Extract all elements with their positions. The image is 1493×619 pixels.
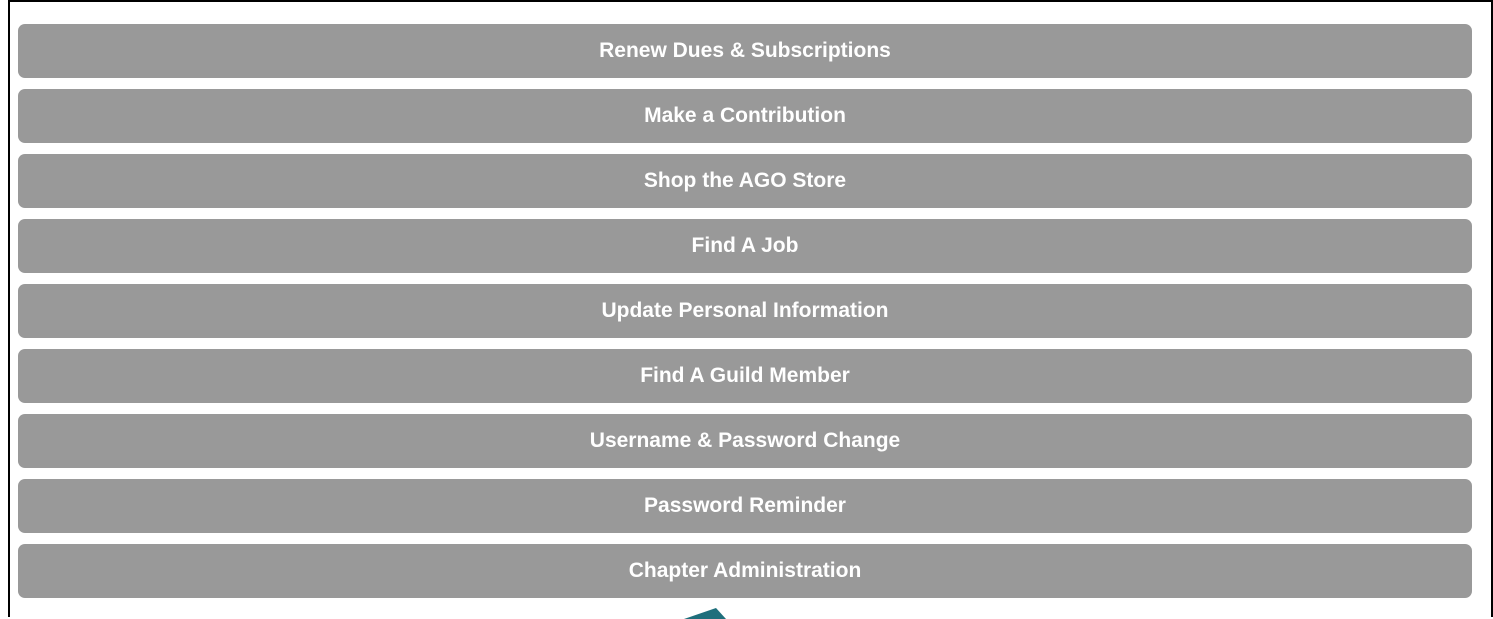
- find-job-button[interactable]: Find A Job: [18, 219, 1472, 273]
- shop-store-button[interactable]: Shop the AGO Store: [18, 154, 1472, 208]
- password-reminder-button[interactable]: Password Reminder: [18, 479, 1472, 533]
- chapter-administration-button[interactable]: Chapter Administration: [18, 544, 1472, 598]
- username-password-change-button[interactable]: Username & Password Change: [18, 414, 1472, 468]
- make-contribution-button[interactable]: Make a Contribution: [18, 89, 1472, 143]
- renew-dues-button[interactable]: Renew Dues & Subscriptions: [18, 24, 1472, 78]
- member-menu: Renew Dues & Subscriptions Make a Contri…: [18, 24, 1472, 609]
- find-guild-member-button[interactable]: Find A Guild Member: [18, 349, 1472, 403]
- update-personal-info-button[interactable]: Update Personal Information: [18, 284, 1472, 338]
- pointer-arrow-icon: [683, 608, 731, 619]
